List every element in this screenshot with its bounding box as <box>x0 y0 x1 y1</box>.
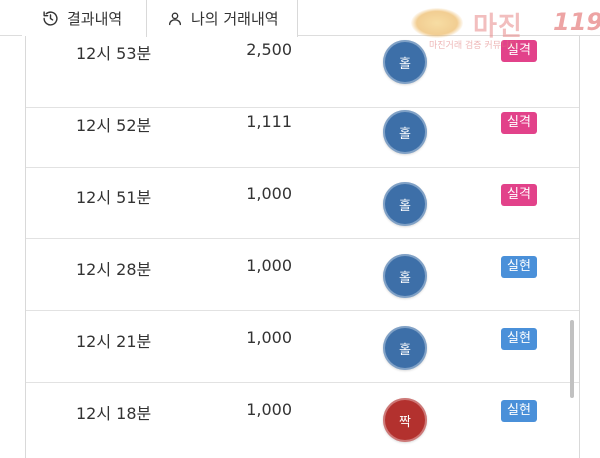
status-badge: 실현 <box>501 256 537 278</box>
site-watermark-logo: 마진 119 마진거래 검증 커뮤니티 <box>403 6 600 51</box>
row-time: 12시 52분 <box>76 116 152 135</box>
table-row: 12시 52분 1,111 홀 실격 <box>26 95 579 168</box>
table-row: 12시 28분 1,000 홀 실현 <box>26 239 579 311</box>
row-time: 12시 28분 <box>76 260 152 279</box>
row-amount: 1,111 <box>246 112 292 131</box>
status-badge: 실격 <box>501 112 537 134</box>
row-amount: 2,500 <box>246 40 292 59</box>
row-time: 12시 18분 <box>76 404 152 423</box>
row-amount: 1,000 <box>246 400 292 419</box>
row-amount: 1,000 <box>246 256 292 275</box>
table-row: 12시 18분 1,000 짝 실현 <box>26 383 579 458</box>
person-icon <box>167 10 183 27</box>
tab-my-trades[interactable]: 나의 거래내역 <box>146 0 298 37</box>
odd-pick-ball: 홀 <box>383 110 427 154</box>
status-badge: 실현 <box>501 328 537 350</box>
status-badge: 실격 <box>501 184 537 206</box>
row-amount: 1,000 <box>246 328 292 347</box>
tab-results-label: 결과내역 <box>67 9 123 28</box>
table-row: 12시 51분 1,000 홀 실격 <box>26 167 579 239</box>
status-badge: 실현 <box>501 400 537 422</box>
tab-my-trades-label: 나의 거래내역 <box>191 10 279 28</box>
watermark-number: 119 <box>553 8 600 36</box>
row-time: 12시 53분 <box>76 44 152 63</box>
watermark-tagline: 마진거래 검증 커뮤니티 <box>429 41 518 51</box>
tab-results[interactable]: 결과내역 <box>22 0 146 36</box>
scrollbar-thumb[interactable] <box>570 320 574 398</box>
wings-emblem-icon <box>411 8 463 38</box>
odd-pick-ball: 홀 <box>383 254 427 298</box>
table-row: 12시 21분 1,000 홀 실현 <box>26 311 579 383</box>
row-time: 12시 21분 <box>76 332 152 351</box>
odd-pick-ball: 홀 <box>383 326 427 370</box>
row-amount: 1,000 <box>246 184 292 203</box>
odd-pick-ball: 홀 <box>383 182 427 226</box>
row-time: 12시 51분 <box>76 188 152 207</box>
trade-history-list[interactable]: 12시 53분 2,500 홀 실격 12시 52분 1,111 홀 실격 12… <box>25 36 580 458</box>
even-pick-ball: 짝 <box>383 398 427 442</box>
history-icon <box>42 10 59 27</box>
